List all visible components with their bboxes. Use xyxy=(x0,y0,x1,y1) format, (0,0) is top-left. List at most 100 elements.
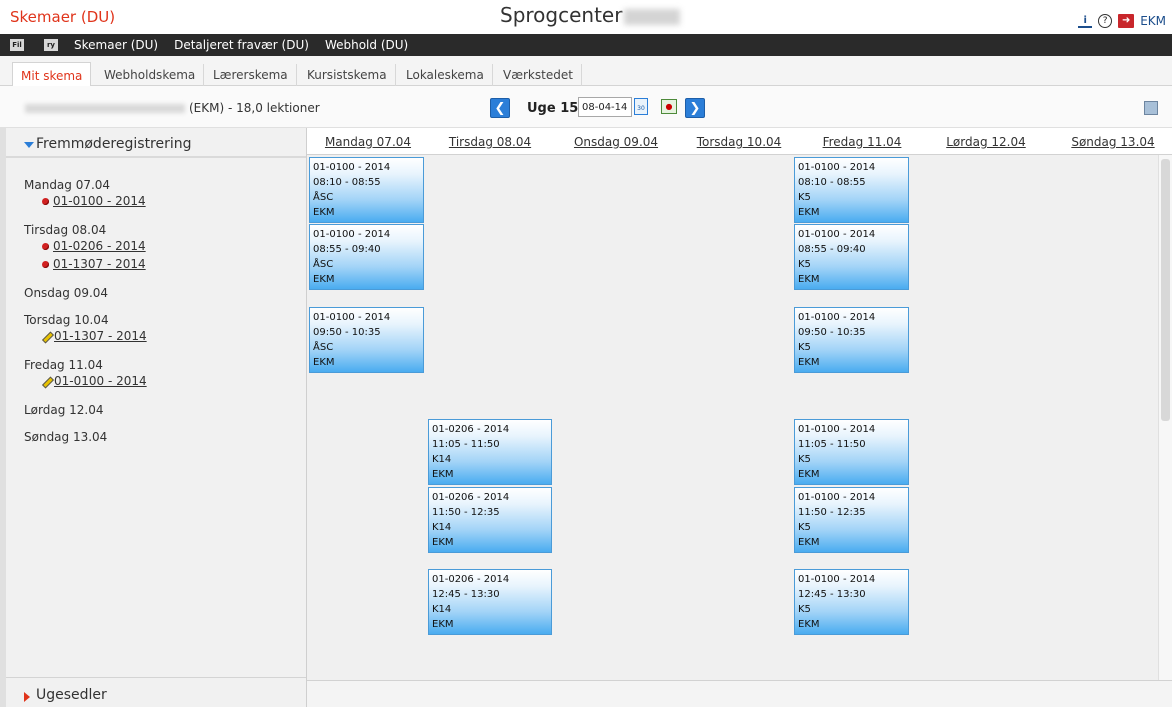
tab-laererskema[interactable]: Lærerskema xyxy=(205,64,297,86)
lesson-teacher: EKM xyxy=(798,469,820,480)
day-column-header[interactable]: Torsdag 10.04 xyxy=(678,135,800,149)
lesson-time: 12:45 - 13:30 xyxy=(798,589,866,600)
attendance-day-label: Fredag 11.04 xyxy=(24,358,103,372)
lesson-time: 08:55 - 09:40 xyxy=(798,244,866,255)
lesson-block[interactable]: 01-0100 - 2014 08:10 - 08:55 ÅSC EKM xyxy=(309,157,424,223)
lesson-block[interactable]: 01-0100 - 2014 09:50 - 10:35 K5 EKM xyxy=(794,307,909,373)
lesson-teacher: EKM xyxy=(313,357,335,368)
lesson-room: K14 xyxy=(432,454,452,465)
lesson-room: K5 xyxy=(798,192,811,203)
previous-week-button[interactable]: ❮ xyxy=(490,98,510,118)
attendance-class-link[interactable]: 01-0206 - 2014 xyxy=(24,237,294,255)
class-link-text[interactable]: 01-0206 - 2014 xyxy=(53,239,146,253)
lesson-room: K14 xyxy=(432,604,452,615)
user-label[interactable]: EKM xyxy=(1140,14,1166,28)
goto-today-icon[interactable]: ● xyxy=(661,99,677,114)
attendance-class-link[interactable]: 01-0100 - 2014 xyxy=(24,192,294,210)
info-icon[interactable]: i xyxy=(1078,14,1093,28)
day-column-header[interactable]: Tirsdag 08.04 xyxy=(429,135,551,149)
lesson-block[interactable]: 01-0206 - 2014 12:45 - 13:30 K14 EKM xyxy=(428,569,552,635)
attendance-class-link[interactable]: 01-1307 - 2014 xyxy=(24,255,294,273)
lesson-block[interactable]: 01-0206 - 2014 11:50 - 12:35 K14 EKM xyxy=(428,487,552,553)
lesson-teacher: EKM xyxy=(313,207,335,218)
lesson-code: 01-0100 - 2014 xyxy=(798,312,876,323)
pencil-icon xyxy=(42,332,51,341)
day-column-header[interactable]: Onsdag 09.04 xyxy=(555,135,677,149)
lesson-time: 11:50 - 12:35 xyxy=(432,507,500,518)
redacted-teacher-name xyxy=(25,104,185,113)
lesson-time: 11:05 - 11:50 xyxy=(798,439,866,450)
file-menu-icon[interactable]: Fil xyxy=(10,39,24,51)
lesson-block[interactable]: 01-0100 - 2014 09:50 - 10:35 ÅSC EKM xyxy=(309,307,424,373)
lesson-block[interactable]: 01-0100 - 2014 11:50 - 12:35 K5 EKM xyxy=(794,487,909,553)
week-toolbar: (EKM) - 18,0 lektioner ❮ Uge 15 30 ● ❯ xyxy=(0,86,1172,128)
school-name: Sprogcenter xyxy=(500,3,623,27)
day-column-header[interactable]: Lørdag 12.04 xyxy=(925,135,1047,149)
lesson-room: ÅSC xyxy=(313,342,334,353)
lesson-time: 08:10 - 08:55 xyxy=(798,177,866,188)
lesson-block[interactable]: 01-0100 - 2014 08:55 - 09:40 K5 EKM xyxy=(794,224,909,290)
school-title: Sprogcenter xyxy=(500,3,681,27)
tab-lokaleskema[interactable]: Lokaleskema xyxy=(398,64,493,86)
tab-webholdskema[interactable]: Webholdskema xyxy=(96,64,205,86)
logout-icon[interactable]: ➜ xyxy=(1118,14,1135,28)
app-window: Skemaer (DU) Sprogcenter i ? ➜ EKM Fil r… xyxy=(0,0,1172,707)
lesson-code: 01-0100 - 2014 xyxy=(313,229,391,240)
redacted-location xyxy=(624,8,681,25)
lesson-block[interactable]: 01-0100 - 2014 11:05 - 11:50 K5 EKM xyxy=(794,419,909,485)
calendar-footer xyxy=(307,680,1172,707)
sidebar: Fremmøderegistrering Mandag 07.04 01-0100… xyxy=(0,128,307,707)
help-icon[interactable]: ? xyxy=(1098,14,1113,28)
attendance-day-label: Mandag 07.04 xyxy=(24,178,111,192)
week-label: Uge 15 xyxy=(527,101,579,116)
attendance-day-label: Onsdag 09.04 xyxy=(24,286,109,300)
menu-item-skemaer[interactable]: Skemaer (DU) xyxy=(74,38,158,52)
lesson-teacher: EKM xyxy=(432,537,454,548)
tab-mit-skema[interactable]: Mit skema xyxy=(12,62,92,87)
calendar-icon[interactable]: 30 xyxy=(634,98,648,115)
missing-registration-icon xyxy=(42,197,49,205)
lesson-room: ÅSC xyxy=(313,192,334,203)
lesson-room: K14 xyxy=(432,522,452,533)
tab-vaerkstedet[interactable]: Værkstedet xyxy=(495,64,582,86)
lesson-time: 11:05 - 11:50 xyxy=(432,439,500,450)
menu-item-webhold[interactable]: Webhold (DU) xyxy=(325,38,408,52)
day-column-header[interactable]: Fredag 11.04 xyxy=(801,135,923,149)
lesson-room: ÅSC xyxy=(313,259,334,270)
lesson-block[interactable]: 01-0100 - 2014 12:45 - 13:30 K5 EKM xyxy=(794,569,909,635)
lesson-room: K5 xyxy=(798,454,811,465)
calendar-day-header: Mandag 07.04 Tirsdag 08.04 Onsdag 09.04 Tor… xyxy=(307,128,1172,155)
print-icon[interactable] xyxy=(1144,101,1158,115)
extra-menu-icon[interactable]: ry xyxy=(44,39,58,51)
lesson-time: 12:45 - 13:30 xyxy=(432,589,500,600)
calendar-scrollbar[interactable] xyxy=(1158,155,1172,680)
lesson-room: K5 xyxy=(798,604,811,615)
attendance-day-label: Torsdag 10.04 xyxy=(24,313,109,327)
lesson-block[interactable]: 01-0100 - 2014 08:55 - 09:40 ÅSC EKM xyxy=(309,224,424,290)
lesson-code: 01-0100 - 2014 xyxy=(798,162,876,173)
date-field[interactable] xyxy=(578,97,632,117)
lesson-time: 11:50 - 12:35 xyxy=(798,507,866,518)
lesson-block[interactable]: 01-0206 - 2014 11:05 - 11:50 K14 EKM xyxy=(428,419,552,485)
lesson-block[interactable]: 01-0100 - 2014 08:10 - 08:55 K5 EKM xyxy=(794,157,909,223)
day-column-header[interactable]: Søndag 13.04 xyxy=(1052,135,1172,149)
expand-down-icon xyxy=(24,142,34,148)
attendance-class-link[interactable]: 01-1307 - 2014 xyxy=(24,327,294,345)
weekly-notes-title: Ugesedler xyxy=(36,687,107,703)
lesson-room: K5 xyxy=(798,259,811,270)
menu-item-detaljeret-fravaer[interactable]: Detaljeret fravær (DU) xyxy=(174,38,309,52)
attendance-section-header[interactable]: Fremmøderegistrering xyxy=(6,136,306,158)
class-link-text[interactable]: 01-1307 - 2014 xyxy=(54,329,147,343)
day-column-header[interactable]: Mandag 07.04 xyxy=(307,135,429,149)
week-calendar: Mandag 07.04 Tirsdag 08.04 Onsdag 09.04 Tor… xyxy=(307,128,1172,707)
weekly-notes-section-header[interactable]: Ugesedler xyxy=(6,677,306,707)
class-link-text[interactable]: 01-0100 - 2014 xyxy=(53,194,146,208)
attendance-class-link[interactable]: 01-0100 - 2014 xyxy=(24,372,294,390)
class-link-text[interactable]: 01-1307 - 2014 xyxy=(53,257,146,271)
class-link-text[interactable]: 01-0100 - 2014 xyxy=(54,374,147,388)
scrollbar-thumb[interactable] xyxy=(1161,159,1170,421)
lesson-code: 01-0100 - 2014 xyxy=(798,424,876,435)
next-week-button[interactable]: ❯ xyxy=(685,98,705,118)
tab-kursistskema[interactable]: Kursistskema xyxy=(299,64,396,86)
attendance-day-list: Mandag 07.04 01-0100 - 2014 Tirsdag 08.04 0… xyxy=(24,170,294,444)
